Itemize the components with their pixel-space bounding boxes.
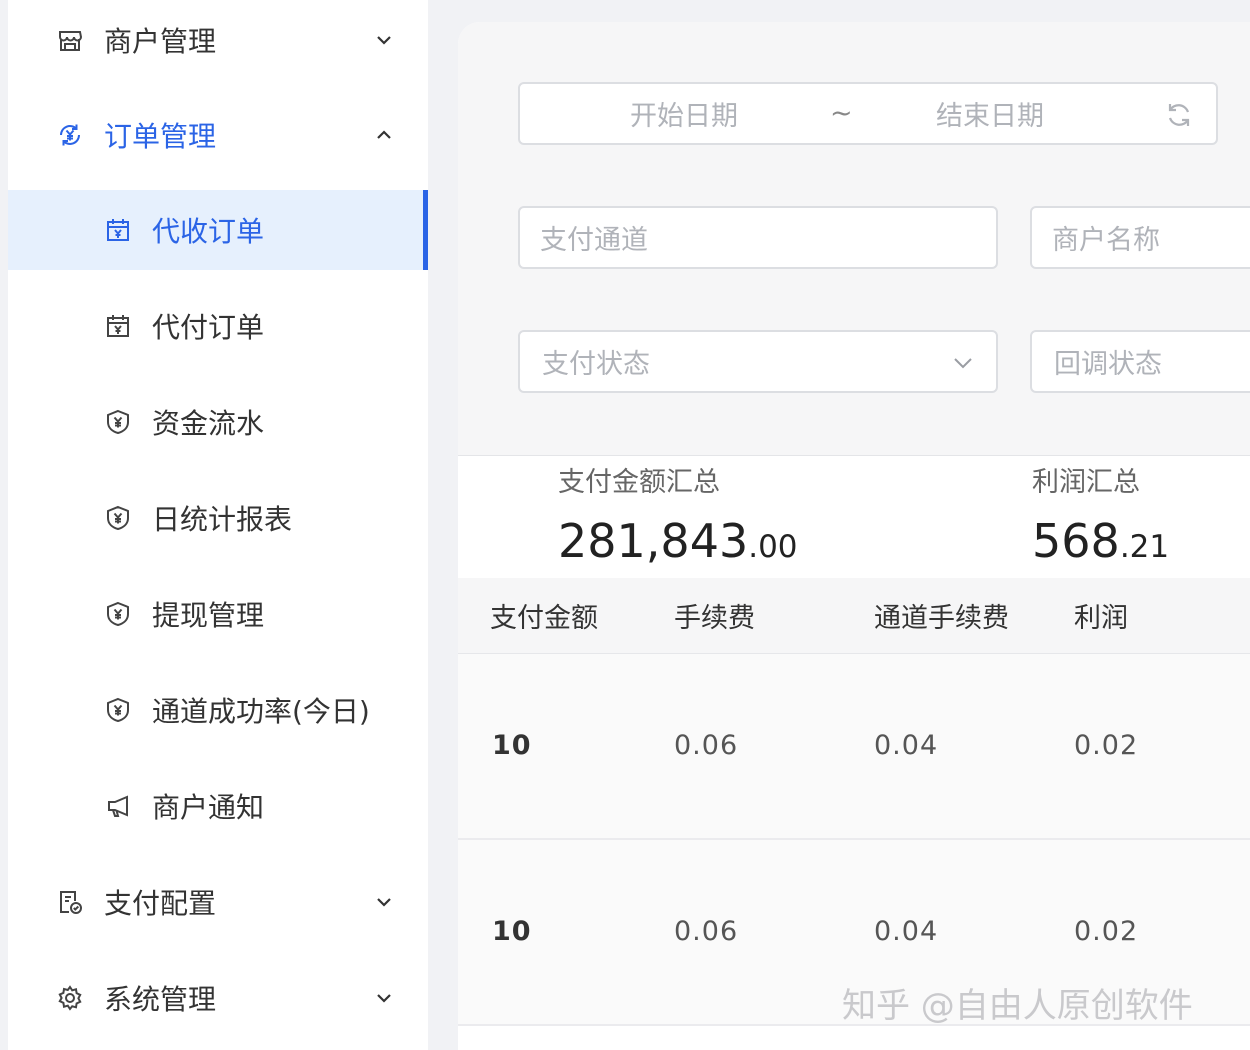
sidebar-item-label: 商户管理: [104, 25, 217, 58]
sidebar-item-merchant-notice[interactable]: 商户通知: [8, 766, 428, 846]
pay-status-placeholder: 支付状态: [542, 349, 650, 380]
yen-shield-icon: [103, 599, 133, 629]
sidebar-item-payment-config[interactable]: 支付配置: [8, 862, 428, 942]
sidebar-item-withdrawal-management[interactable]: 提现管理: [8, 574, 428, 654]
yen-shield-icon: [103, 695, 133, 725]
cell-profit: 0.02: [1074, 730, 1139, 761]
pay-status-select[interactable]: 支付状态: [518, 330, 998, 393]
chevron-down-icon: [952, 352, 974, 374]
sidebar-item-merchant-management[interactable]: 商户管理: [8, 0, 428, 80]
column-header-profit[interactable]: 利润: [1074, 596, 1128, 635]
yen-shield-icon: [103, 407, 133, 437]
end-date-input[interactable]: 结束日期: [936, 94, 1044, 133]
sidebar-item-system-management[interactable]: 系统管理: [8, 958, 428, 1038]
sidebar-item-label: 代收订单: [152, 215, 265, 248]
sidebar-item-label: 代付订单: [152, 311, 265, 344]
chevron-down-icon: [374, 30, 394, 50]
cell-fee: 0.06: [674, 916, 739, 947]
sidebar-item-channel-success-rate[interactable]: 通道成功率(今日): [8, 670, 428, 750]
sidebar-item-fund-flow[interactable]: 资金流水: [8, 382, 428, 462]
sidebar-item-label: 订单管理: [104, 120, 217, 153]
profit-summary-value: 568.21: [1032, 514, 1169, 568]
cell-fee: 0.06: [674, 730, 739, 761]
column-header-fee[interactable]: 手续费: [674, 596, 755, 635]
yen-calendar-icon: [103, 311, 133, 341]
sidebar-item-label: 提现管理: [152, 599, 265, 632]
pay-amount-int: 281,843: [558, 514, 749, 568]
profit-dec: .21: [1119, 529, 1170, 565]
sidebar-item-label: 商户通知: [152, 791, 265, 824]
sidebar: 商户管理 订单管理 代收订单 代付订单 资金流水 日统计报表 提现管理 通道成功…: [0, 0, 428, 1050]
column-header-pay-amount[interactable]: 支付金额: [490, 596, 598, 635]
yen-calendar-icon: [103, 215, 133, 245]
profit-summary-label: 利润汇总: [1032, 467, 1140, 498]
profit-int: 568: [1032, 514, 1120, 568]
sidebar-item-label: 资金流水: [152, 407, 265, 440]
merchant-name-placeholder: 商户名称: [1052, 225, 1160, 256]
sidebar-item-order-management[interactable]: 订单管理: [8, 95, 428, 175]
cell-profit: 0.02: [1074, 916, 1139, 947]
start-date-input[interactable]: 开始日期: [630, 94, 738, 133]
cell-pay-amount: 10: [492, 916, 532, 947]
pay-amount-summary-value: 281,843.00: [558, 514, 798, 568]
sidebar-item-payout-orders[interactable]: 代付订单: [8, 286, 428, 366]
megaphone-icon: [103, 791, 133, 821]
chevron-down-icon: [374, 988, 394, 1008]
pay-channel-placeholder: 支付通道: [540, 225, 648, 256]
pay-amount-summary-label: 支付金额汇总: [558, 467, 720, 498]
cell-channel-fee: 0.04: [874, 916, 939, 947]
cell-pay-amount: 10: [492, 730, 532, 761]
yen-shield-icon: [103, 503, 133, 533]
sidebar-item-label: 日统计报表: [152, 503, 293, 536]
gear-icon: [55, 983, 85, 1013]
watermark: 知乎 @自由人原创软件: [842, 986, 1193, 1026]
merchant-name-input[interactable]: 商户名称: [1030, 206, 1250, 269]
storefront-icon: [55, 25, 85, 55]
sidebar-item-label: 通道成功率(今日): [152, 695, 370, 728]
chevron-down-icon: [374, 892, 394, 912]
refresh-icon[interactable]: [1164, 100, 1194, 130]
sidebar-item-collection-orders[interactable]: 代收订单: [8, 190, 428, 270]
settings-doc-icon: [55, 887, 85, 917]
date-range-picker[interactable]: 开始日期 ~ 结束日期: [518, 82, 1218, 145]
yen-cycle-icon: [55, 120, 85, 150]
column-header-channel-fee[interactable]: 通道手续费: [874, 596, 1009, 635]
pay-channel-input[interactable]: 支付通道: [518, 206, 998, 269]
pay-amount-dec: .00: [748, 529, 798, 565]
sidebar-item-label: 支付配置: [104, 887, 217, 920]
callback-status-select[interactable]: 回调状态: [1030, 330, 1250, 393]
sidebar-item-label: 系统管理: [104, 983, 217, 1016]
sidebar-item-daily-report[interactable]: 日统计报表: [8, 478, 428, 558]
cell-channel-fee: 0.04: [874, 730, 939, 761]
callback-status-placeholder: 回调状态: [1054, 349, 1162, 380]
range-separator: ~: [830, 98, 853, 129]
chevron-up-icon: [374, 125, 394, 145]
